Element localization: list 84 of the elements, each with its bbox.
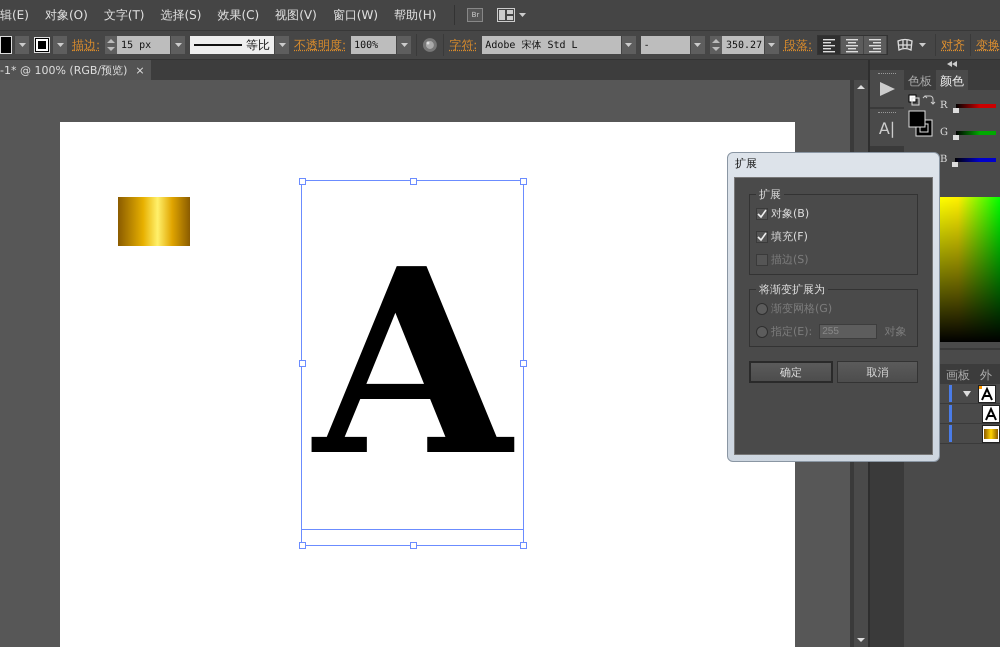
slider-thumb[interactable] (952, 162, 958, 166)
menu-item[interactable]: 帮助(H) (386, 6, 444, 24)
panel-tab[interactable]: 外 (976, 364, 996, 384)
caret-icon[interactable] (278, 42, 287, 48)
color-spectrum[interactable] (940, 197, 1000, 342)
caret-icon[interactable] (518, 12, 528, 18)
font-style-field[interactable]: - (640, 36, 705, 54)
menu-item[interactable]: 效果(C) (209, 6, 268, 24)
expand-triangle-icon[interactable] (962, 390, 972, 398)
swap-colors-icon[interactable] (908, 94, 936, 106)
document-tab[interactable]: -1* @ 100% (RGB/预览) × (0, 60, 151, 80)
stroke-weight-field[interactable]: 15 px (105, 36, 186, 54)
spinner-icon[interactable] (105, 36, 118, 54)
menu-item[interactable]: 选择(S) (152, 6, 210, 24)
panel-tab[interactable]: 色板 (904, 70, 936, 90)
slider-thumb[interactable] (952, 108, 959, 112)
resize-handle[interactable] (299, 178, 306, 185)
opacity-label: 不透明度: (294, 36, 346, 54)
channel-label: G (940, 127, 948, 138)
play-icon[interactable] (878, 80, 896, 98)
align-center-button[interactable] (841, 36, 864, 54)
option-label: 对象(B) (771, 206, 810, 221)
slider-thumb[interactable] (953, 134, 959, 140)
font-size-field[interactable]: 350.27 (710, 36, 779, 54)
menu-item[interactable]: 视图(V) (267, 6, 325, 24)
align-left-button[interactable] (818, 36, 842, 54)
caret-icon[interactable] (767, 42, 776, 48)
stroke-swatch[interactable] (34, 37, 50, 53)
caret-icon[interactable] (693, 42, 702, 48)
align-right-button[interactable] (864, 36, 888, 54)
gradient-rectangle (118, 197, 190, 246)
close-icon[interactable]: × (135, 64, 145, 76)
paragraph-label: 段落: (784, 36, 812, 54)
panel-link[interactable]: 变换 (976, 36, 1000, 54)
resize-handle[interactable] (299, 542, 306, 549)
workspace-button[interactable] (497, 8, 528, 22)
group-title: 将渐变扩展为 (756, 282, 828, 297)
ok-button[interactable]: 确定 (749, 361, 832, 383)
character-label: 字符: (449, 36, 478, 54)
font-field[interactable]: Adobe 宋体 Std L (482, 36, 636, 54)
resize-handle[interactable] (410, 542, 416, 549)
layout-icon[interactable] (497, 8, 516, 22)
stroke-label: 描边: (72, 36, 100, 54)
resize-handle[interactable] (410, 178, 416, 185)
resize-handle[interactable] (520, 178, 527, 185)
envelope-button[interactable] (896, 38, 928, 52)
fill-swatch[interactable] (0, 36, 12, 54)
dialog-title: 扩展 (734, 156, 758, 172)
recolor-icon[interactable] (422, 37, 438, 53)
caret-icon[interactable] (18, 42, 26, 48)
scroll-up-icon[interactable] (856, 84, 866, 90)
menu-item[interactable]: 文字(T) (96, 6, 152, 24)
panel-tab[interactable]: 画板 (942, 364, 974, 384)
group-title: 扩展 (756, 187, 784, 202)
opacity-field[interactable]: 100% (351, 36, 412, 54)
resize-handle[interactable] (520, 360, 527, 367)
menu-item[interactable]: 对象(O) (36, 6, 96, 24)
checkbox[interactable] (756, 230, 768, 242)
panel-link[interactable]: 对齐 (941, 36, 965, 54)
envelope-icon[interactable] (896, 38, 914, 52)
panel-tab[interactable]: 颜色 (936, 70, 968, 90)
layer-thumbnail[interactable] (978, 384, 996, 402)
scroll-down-icon[interactable] (856, 637, 866, 643)
caret-icon[interactable] (174, 42, 183, 48)
type-tool-button[interactable]: A| (878, 119, 896, 138)
caret-icon[interactable] (918, 42, 928, 48)
menu-item[interactable]: 辑(E) (0, 6, 37, 24)
resize-handle[interactable] (520, 542, 527, 549)
cancel-button[interactable]: 取消 (836, 361, 918, 383)
menu-item[interactable]: 窗口(W) (324, 6, 386, 24)
caret-icon[interactable] (400, 42, 409, 48)
channel-label: R (940, 100, 948, 111)
gradient-thumbnail[interactable] (982, 424, 1000, 442)
spinner-icon[interactable] (710, 36, 722, 54)
checkbox[interactable] (756, 208, 768, 220)
option-label: 填充(F) (771, 229, 808, 244)
resize-handle[interactable] (299, 360, 306, 367)
fill-stroke-swatch[interactable] (908, 110, 934, 138)
selection-bounding-box[interactable]: A (302, 181, 523, 545)
channel-label: B (940, 154, 948, 165)
caret-icon[interactable] (56, 42, 64, 48)
text-thumbnail[interactable] (982, 404, 1000, 422)
caret-icon[interactable] (624, 42, 634, 48)
stroke-profile-dropdown[interactable]: 等比 (190, 36, 290, 54)
